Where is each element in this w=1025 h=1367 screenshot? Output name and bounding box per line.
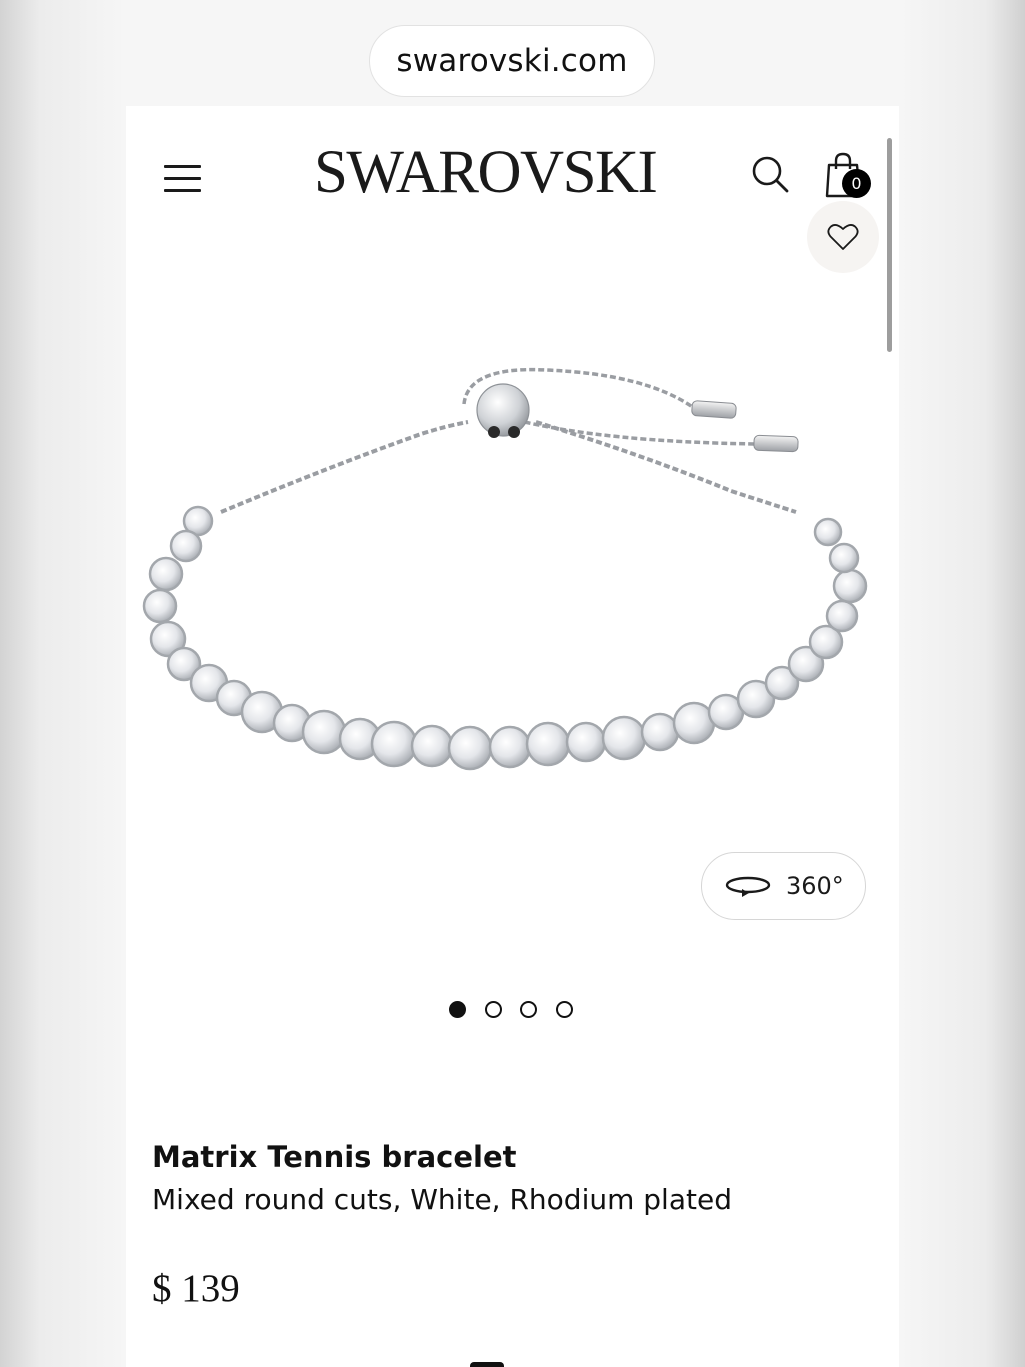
brand-logo[interactable]: SWAROVSKI [314, 141, 680, 205]
product-title: Matrix Tennis bracelet [152, 1140, 517, 1174]
search-icon[interactable] [750, 154, 792, 196]
product-image[interactable] [126, 346, 899, 796]
carousel-pagination [449, 1001, 579, 1023]
site-header: SWAROVSKI 0 [126, 106, 899, 246]
carousel-dot-4[interactable] [556, 1001, 573, 1018]
carousel-dot-2[interactable] [485, 1001, 502, 1018]
scrollbar[interactable] [887, 138, 892, 352]
carousel-dot-3[interactable] [520, 1001, 537, 1018]
product-price: $ 139 [152, 1267, 240, 1310]
partially-visible-icon [470, 1362, 504, 1367]
cart-count-badge: 0 [842, 169, 871, 198]
url-text: swarovski.com [396, 43, 628, 79]
rotate-360-icon [725, 876, 771, 897]
wishlist-button[interactable] [807, 201, 879, 273]
view-360-button[interactable]: 360° [701, 852, 866, 920]
view-360-label: 360° [786, 872, 844, 900]
hamburger-menu-icon[interactable] [164, 163, 202, 193]
product-page: SWAROVSKI 0 360° Matrix Tennis bracelet … [126, 106, 899, 1367]
carousel-dot-1[interactable] [449, 1001, 466, 1018]
heart-icon [827, 224, 859, 250]
product-description: Mixed round cuts, White, Rhodium plated [152, 1183, 732, 1216]
address-bar[interactable]: swarovski.com [369, 25, 655, 97]
